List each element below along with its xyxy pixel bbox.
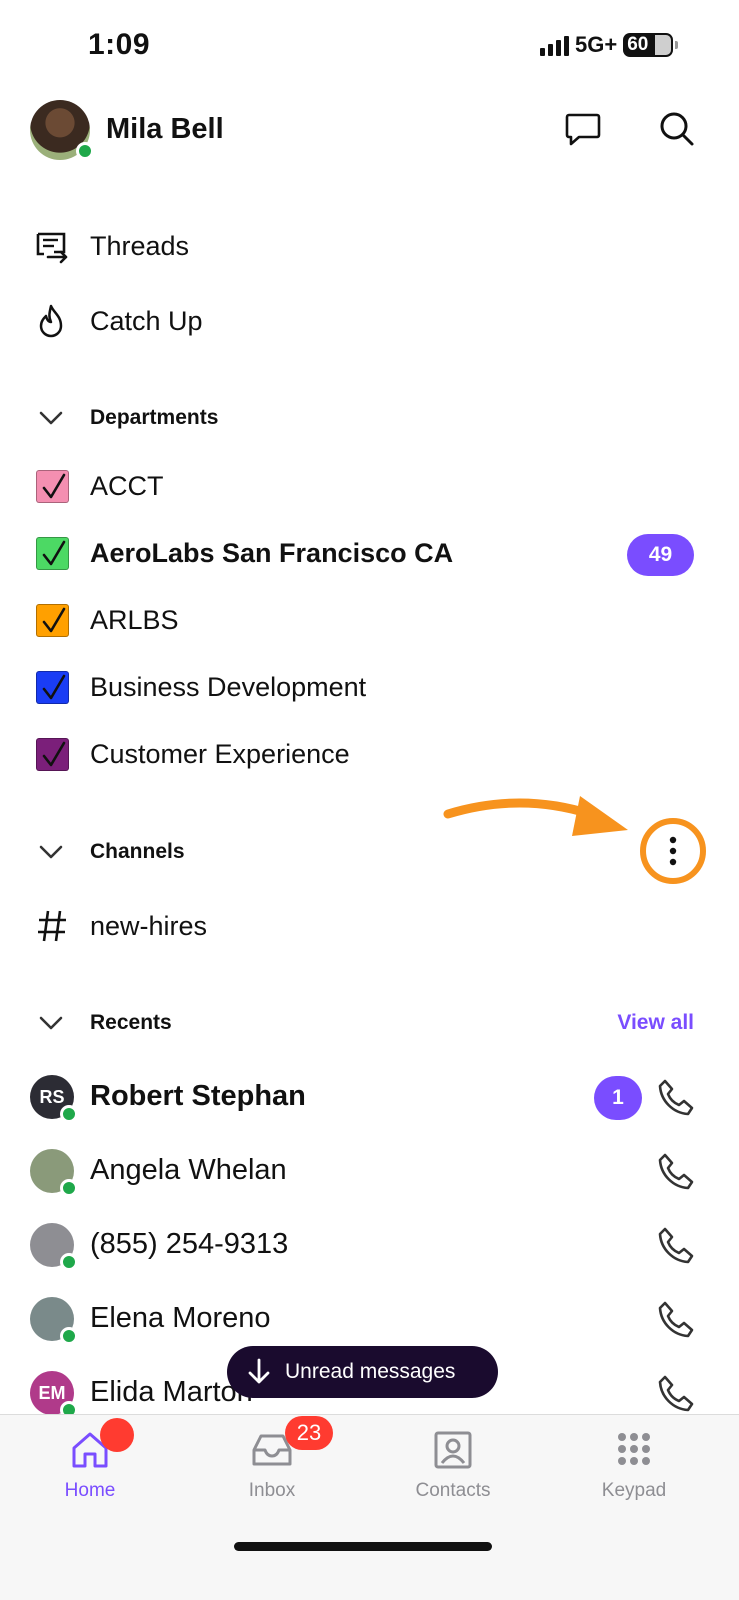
department-item[interactable]: ACCT xyxy=(90,471,164,502)
threads-icon xyxy=(34,229,70,265)
chevron-down-icon[interactable] xyxy=(38,844,64,860)
flame-icon xyxy=(36,303,68,341)
phone-icon[interactable] xyxy=(655,1151,697,1193)
tab-contacts[interactable]: Contacts xyxy=(383,1430,523,1502)
inbox-count-badge: 23 xyxy=(285,1416,333,1450)
home-indicator xyxy=(234,1542,492,1551)
chevron-down-icon[interactable] xyxy=(38,410,64,426)
department-checkbox xyxy=(36,470,69,503)
battery-icon: 60 xyxy=(623,33,679,57)
avatar[interactable]: RS xyxy=(30,1075,78,1123)
chat-bubble-icon[interactable] xyxy=(563,108,603,148)
online-status-dot xyxy=(60,1253,78,1271)
network-label: 5G+ xyxy=(575,32,618,57)
view-all-link[interactable]: View all xyxy=(617,1011,694,1035)
avatar-initials: RS xyxy=(39,1086,65,1107)
keypad-icon xyxy=(618,1433,650,1465)
tab-keypad[interactable]: Keypad xyxy=(564,1430,704,1502)
tab-contacts-label: Contacts xyxy=(415,1480,491,1501)
tab-inbox[interactable]: 23 Inbox xyxy=(202,1416,342,1502)
phone-icon[interactable] xyxy=(655,1373,697,1415)
section-recents[interactable]: Recents xyxy=(90,1011,172,1035)
notification-dot xyxy=(100,1418,134,1452)
section-channels[interactable]: Channels xyxy=(90,840,185,864)
avatar-initials: EM xyxy=(38,1382,66,1403)
tab-inbox-label: Inbox xyxy=(248,1480,296,1501)
more-vertical-icon xyxy=(669,836,677,866)
section-departments[interactable]: Departments xyxy=(90,406,218,430)
nav-catch-up[interactable]: Catch Up xyxy=(90,306,203,337)
arrow-down-icon xyxy=(248,1358,270,1384)
unread-messages-button[interactable]: Unread messages xyxy=(227,1346,498,1398)
nav-threads[interactable]: Threads xyxy=(90,231,189,262)
online-status-dot xyxy=(60,1327,78,1345)
tab-home-label: Home xyxy=(64,1480,116,1501)
recent-contact-name[interactable]: Angela Whelan xyxy=(90,1154,287,1187)
contacts-icon xyxy=(434,1431,472,1469)
avatar[interactable] xyxy=(30,1297,78,1345)
online-status-dot xyxy=(60,1105,78,1123)
unread-count-badge: 49 xyxy=(627,534,694,576)
department-item[interactable]: ARLBS xyxy=(90,605,179,636)
online-status-dot xyxy=(60,1179,78,1197)
unread-count-badge: 1 xyxy=(594,1076,642,1120)
department-item[interactable]: Customer Experience xyxy=(90,739,350,770)
department-checkbox xyxy=(36,738,69,771)
recent-contact-name[interactable]: Robert Stephan xyxy=(90,1080,306,1113)
hash-icon xyxy=(36,908,68,944)
department-item[interactable]: Business Development xyxy=(90,672,366,703)
avatar[interactable]: EM xyxy=(30,1371,78,1419)
channel-new-hires[interactable]: new-hires xyxy=(90,911,207,942)
recent-contact-name[interactable]: (855) 254-9313 xyxy=(90,1228,288,1261)
department-checkbox xyxy=(36,604,69,637)
phone-icon[interactable] xyxy=(655,1225,697,1267)
unread-messages-label: Unread messages xyxy=(285,1360,456,1383)
status-time: 1:09 xyxy=(88,28,151,61)
chevron-down-icon[interactable] xyxy=(38,1015,64,1031)
annotation-arrow xyxy=(443,796,628,836)
tab-home[interactable]: Home xyxy=(20,1418,160,1502)
department-checkbox xyxy=(36,537,69,570)
tab-keypad-label: Keypad xyxy=(601,1480,667,1501)
user-avatar[interactable] xyxy=(30,100,94,160)
department-item[interactable]: AeroLabs San Francisco CA xyxy=(90,538,453,569)
channels-more-button[interactable] xyxy=(640,818,706,884)
phone-icon[interactable] xyxy=(655,1299,697,1341)
signal-icon xyxy=(540,34,569,56)
avatar[interactable] xyxy=(30,1149,78,1197)
avatar[interactable] xyxy=(30,1223,78,1271)
recent-contact-name[interactable]: Elena Moreno xyxy=(90,1302,271,1335)
status-indicators: 5G+ 60 xyxy=(540,32,679,58)
phone-icon[interactable] xyxy=(655,1077,697,1119)
online-status-dot xyxy=(76,142,94,160)
department-checkbox xyxy=(36,671,69,704)
search-icon[interactable] xyxy=(656,108,696,148)
user-name[interactable]: Mila Bell xyxy=(106,113,224,146)
battery-level: 60 xyxy=(627,34,649,55)
